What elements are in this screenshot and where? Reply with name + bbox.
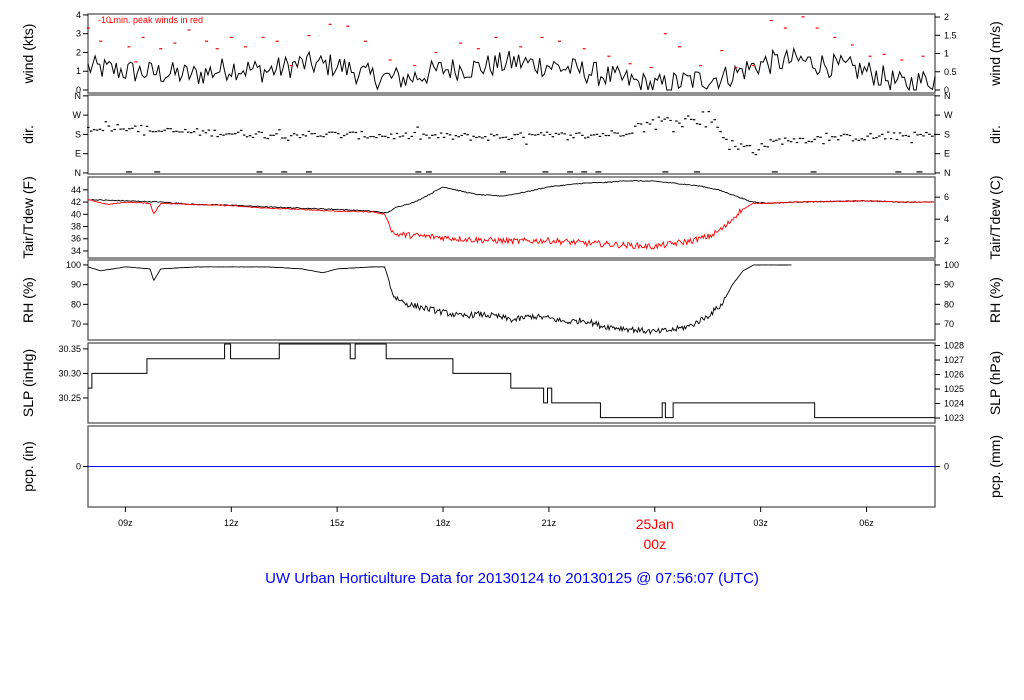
rh-line <box>87 264 792 336</box>
panel-frame <box>87 13 936 94</box>
ytick-right-label: 1025 <box>944 384 964 394</box>
ytick-right-label: 0.5 <box>944 67 957 77</box>
xtick-label: 12z <box>224 518 239 528</box>
ytick-right-label: S <box>944 129 950 139</box>
tair-line <box>87 180 934 214</box>
ytick-right-label: 1 <box>944 49 949 59</box>
y-axis-label: SLP (inHg) <box>20 349 36 417</box>
x-axis: 09z 12z 15z 18z 21z 25Jan 00z 03z 06z <box>118 507 874 552</box>
y-axis-label: Tair/Tdew (F) <box>20 176 36 258</box>
y-axis-label: pcp. (in) <box>20 441 36 492</box>
panel-frame <box>87 94 936 175</box>
panels: 0123400.511.52wind (kts) wind (m/s)-10 mi… <box>20 10 1003 508</box>
ytick-label: 30.30 <box>58 368 81 378</box>
ytick-label: 40 <box>71 209 81 219</box>
ytick-right-label: E <box>944 149 950 159</box>
ytick-right-label: 1028 <box>944 341 964 351</box>
xtick-label: 15z <box>330 518 345 528</box>
panel-frame <box>87 176 936 259</box>
ytick-right-label: 2 <box>944 236 949 246</box>
ytick-right-label: 70 <box>944 319 954 329</box>
ytick-right-label: 90 <box>944 280 954 290</box>
tdew-line <box>87 198 934 251</box>
xtick-label: 06z <box>859 518 874 528</box>
ytick-label: 0 <box>76 462 81 472</box>
xtick-label: 00z <box>643 536 666 552</box>
ytick-label: 1 <box>76 66 81 76</box>
ytick-right-label: 0 <box>944 462 949 472</box>
ytick-label: E <box>75 149 81 159</box>
xtick-label: 09z <box>118 518 133 528</box>
xtick-date-label: 25Jan <box>636 516 674 532</box>
ytick-right-label: 1.5 <box>944 30 957 40</box>
y-axis-label-right: wind (m/s) <box>987 21 1003 87</box>
y-axis-label-right: pcp. (mm) <box>987 435 1003 498</box>
ytick-label: 70 <box>71 319 81 329</box>
ytick-label: 100 <box>66 260 81 270</box>
y-axis-label-right: RH (%) <box>987 277 1003 323</box>
weather-station-chart: 0123400.511.52wind (kts) wind (m/s)-10 mi… <box>20 10 1003 587</box>
panel-rh: 70 80 90 100 70 80 90 100 RH (%) RH (%) <box>20 259 1003 341</box>
ytick-right-label: 80 <box>944 299 954 309</box>
ytick-right-label: W <box>944 110 953 120</box>
ytick-right-label: N <box>944 168 951 178</box>
ytick-label: 44 <box>71 185 81 195</box>
xtick-label: 03z <box>753 518 768 528</box>
ytick-label: 38 <box>71 222 81 232</box>
ytick-right-label: 4 <box>944 214 949 224</box>
ytick-label: 3 <box>76 29 81 39</box>
xtick-label: 18z <box>436 518 451 528</box>
ytick-right-label: 100 <box>944 260 959 270</box>
panel-frame <box>87 342 936 424</box>
y-axis-label: dir. <box>20 125 36 144</box>
ytick-right-label: N <box>944 91 951 101</box>
ytick-label: 42 <box>71 197 81 207</box>
wind-speed-line <box>87 46 936 92</box>
ytick-label: N <box>75 91 82 101</box>
ytick-label: 4 <box>76 10 81 20</box>
ytick-label: N <box>75 168 82 178</box>
ytick-right-label: 1026 <box>944 370 964 380</box>
ytick-label: 36 <box>71 234 81 244</box>
panel-dir: NESWNNESWNdir. dir. <box>20 91 1003 178</box>
ytick-right-label: 1024 <box>944 399 964 409</box>
xtick-label: 21z <box>542 518 557 528</box>
panel-pcp: 0 0 pcp. (in) pcp. (mm) <box>20 425 1003 508</box>
ytick-right-label: 1027 <box>944 355 964 365</box>
ytick-right-label: 2 <box>944 12 949 22</box>
y-axis-label: RH (%) <box>20 277 36 323</box>
peak-wind-annotation: -10 min. peak winds in red <box>98 15 203 25</box>
panel-frame <box>87 259 936 341</box>
slp-step-line <box>88 343 935 419</box>
panel-slp: 30.25 30.30 30.35 1023 1024 1025 1026 1027 1028 S… <box>20 341 1003 424</box>
ytick-label: 90 <box>71 280 81 290</box>
ytick-right-label: 1023 <box>944 413 964 423</box>
y-axis-label-right: Tair/Tdew (C) <box>987 175 1003 259</box>
y-axis-label: wind (kts) <box>20 24 36 85</box>
ytick-label: 2 <box>76 47 81 57</box>
ytick-label: 34 <box>71 246 81 256</box>
ytick-label: 30.35 <box>58 344 81 354</box>
panel-temp: 34 36 38 40 42 44 2 4 6 Tair/Tdew (F) Tair/Tdew (C… <box>20 175 1003 259</box>
chart-title: UW Urban Horticulture Data for 20130124 … <box>265 570 759 587</box>
ytick-label: 30.25 <box>58 393 81 403</box>
ytick-right-label: 6 <box>944 192 949 202</box>
y-axis-label-right: dir. <box>987 125 1003 144</box>
y-axis-label-right: SLP (hPa) <box>987 351 1003 415</box>
ytick-label: S <box>75 129 81 139</box>
ytick-label: W <box>73 110 82 120</box>
ytick-label: 80 <box>71 299 81 309</box>
panel-wind: 0123400.511.52wind (kts) wind (m/s)-10 mi… <box>20 10 1003 95</box>
